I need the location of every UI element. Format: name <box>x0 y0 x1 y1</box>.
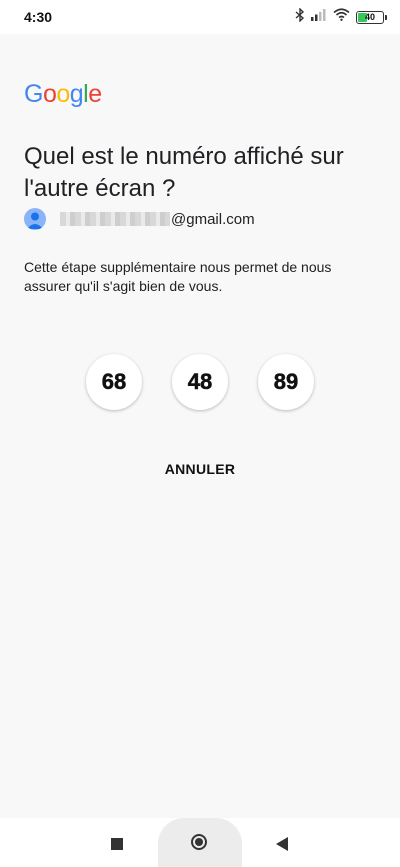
account-row: @gmail.com <box>24 207 255 231</box>
logo-letter: o <box>42 80 57 108</box>
avatar <box>24 208 46 230</box>
signal-icon <box>311 8 327 26</box>
number-choices: 68 48 89 <box>86 354 316 412</box>
status-time: 4:30 <box>24 9 53 25</box>
navigation-bar <box>0 818 400 867</box>
page-title: Quel est le numéro affiché sur l'autre é… <box>24 143 344 202</box>
battery-icon: 40 <box>356 10 387 24</box>
back-icon[interactable] <box>276 837 288 851</box>
description: Cette étape supplémentaire nous permet d… <box>24 259 332 294</box>
home-button[interactable] <box>158 818 242 867</box>
home-icon <box>191 834 207 850</box>
status-icons: 40 <box>295 6 387 27</box>
person-icon <box>27 212 43 229</box>
recent-apps-icon[interactable] <box>111 838 123 850</box>
number-choice-button[interactable]: 68 <box>86 354 142 410</box>
status-bar: 4:30 40 <box>0 0 400 34</box>
email-domain: @gmail.com <box>171 210 255 228</box>
logo-letter: o <box>56 80 70 108</box>
google-logo: Google <box>24 80 102 109</box>
battery-level: 40 <box>364 11 375 22</box>
email-username-redacted <box>60 212 170 226</box>
logo-letter: e <box>88 80 102 108</box>
logo-letter: G <box>24 80 43 108</box>
bluetooth-icon <box>295 6 305 27</box>
logo-letter: g <box>69 80 84 108</box>
cancel-button[interactable]: ANNULER <box>0 461 400 477</box>
wifi-icon <box>333 8 350 26</box>
number-choice-button[interactable]: 48 <box>172 354 228 410</box>
number-choice-button[interactable]: 89 <box>258 354 314 410</box>
